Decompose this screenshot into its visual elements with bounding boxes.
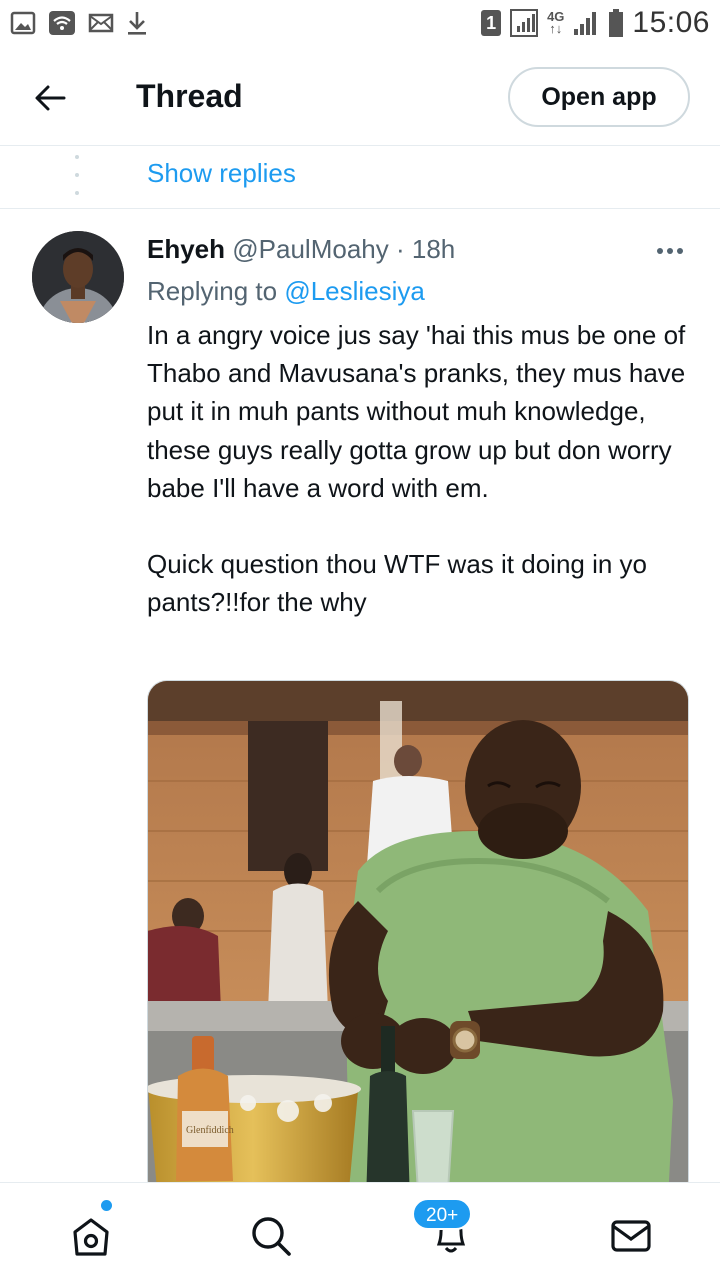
wifi-icon <box>49 11 75 35</box>
app-header: Thread Open app <box>0 50 720 146</box>
notification-count-badge: 20+ <box>412 1198 473 1230</box>
back-arrow-icon <box>35 85 66 111</box>
more-options-icon[interactable] <box>648 236 692 266</box>
mail-icon <box>88 13 114 33</box>
status-right-icons: 1 4G ↑↓ 15:06 <box>481 6 710 40</box>
back-button[interactable] <box>22 74 78 122</box>
bottom-navigation: 20+ <box>0 1182 720 1280</box>
download-icon <box>128 12 146 35</box>
nav-messages[interactable] <box>606 1211 656 1261</box>
author-handle[interactable]: @PaulMoahy <box>232 234 388 264</box>
status-bar: 1 4G ↑↓ 15:06 <box>0 0 720 50</box>
open-app-button[interactable]: Open app <box>508 67 690 127</box>
page-title: Thread <box>136 78 243 114</box>
signal-box-icon <box>510 9 539 37</box>
sim-badge: 1 <box>481 10 502 36</box>
nav-search[interactable] <box>246 1211 296 1261</box>
home-unread-dot <box>101 1200 112 1211</box>
bottle-label: Glenfiddich <box>186 1125 234 1136</box>
replying-to: Replying to @Lesliesiya <box>147 276 425 307</box>
replying-to-prefix: Replying to <box>147 276 278 306</box>
battery-icon <box>609 9 624 37</box>
status-left-icons <box>10 10 148 36</box>
clock: 15:06 <box>632 6 710 39</box>
image-icon <box>10 11 36 35</box>
tweet-text: In a angry voice jus say 'hai this mus b… <box>147 320 686 618</box>
tweet-header: Ehyeh @PaulMoahy · 18h <box>147 234 455 265</box>
author-name[interactable]: Ehyeh <box>147 234 225 264</box>
network-type: 4G ↑↓ <box>547 9 565 36</box>
messages-icon <box>611 1220 651 1252</box>
replying-to-mention[interactable]: @Lesliesiya <box>284 276 425 306</box>
home-icon <box>73 1218 109 1256</box>
nav-home[interactable] <box>66 1211 116 1261</box>
tweet-media-image[interactable]: Glenfiddich <box>147 680 689 1200</box>
show-replies-row: Show replies <box>0 147 720 209</box>
search-icon <box>252 1217 291 1256</box>
thread-connector <box>75 155 79 195</box>
signal-bars-icon <box>574 12 597 35</box>
author-avatar[interactable] <box>32 231 124 323</box>
show-replies-link[interactable]: Show replies <box>147 158 296 189</box>
meta-separator: · <box>395 234 405 264</box>
tweet-time[interactable]: 18h <box>412 234 455 264</box>
